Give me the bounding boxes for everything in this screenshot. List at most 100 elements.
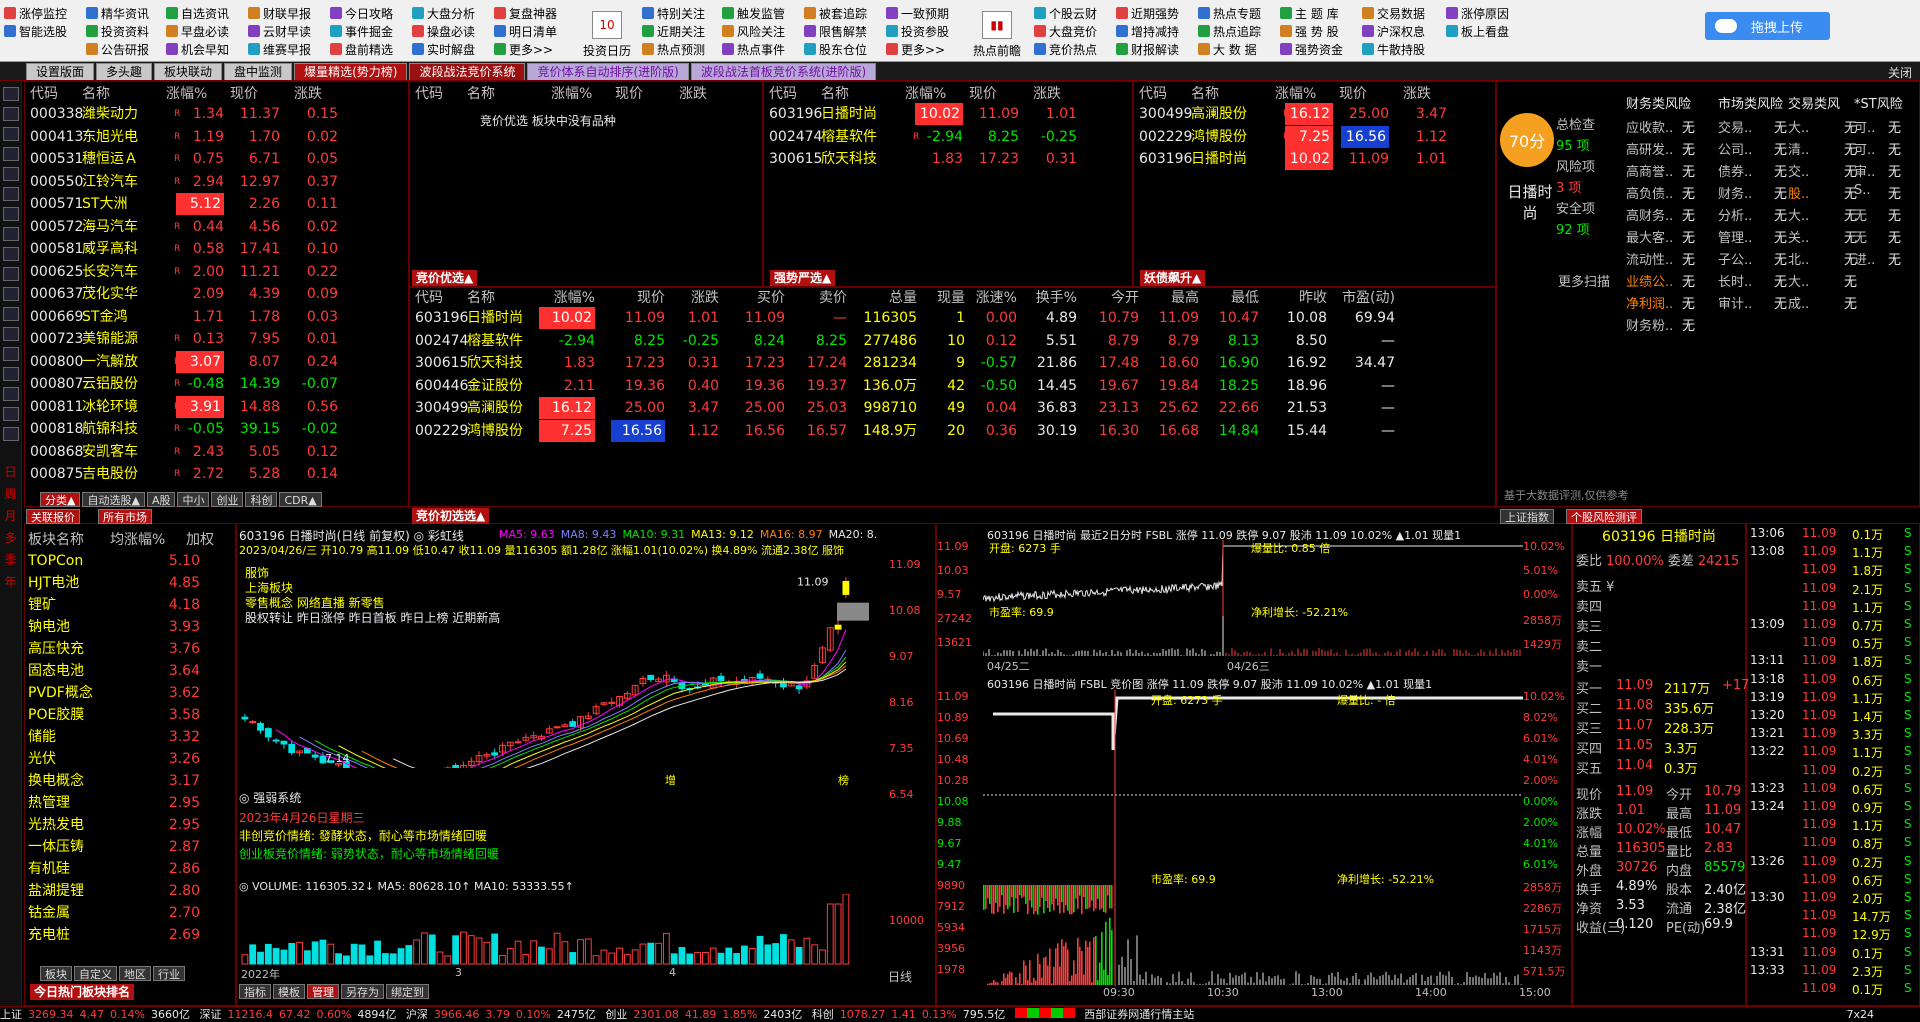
tab-sh-index[interactable]: 上证指数 bbox=[1500, 509, 1554, 524]
page-tab-1[interactable]: 多头趣 bbox=[96, 63, 152, 80]
column-header[interactable]: 现量 bbox=[931, 287, 965, 309]
risk-item[interactable]: 审.. bbox=[1854, 161, 1875, 180]
toolbar-button-col8-2[interactable]: 热点预测 bbox=[642, 40, 705, 58]
sector-row[interactable]: 光热发电2.95 bbox=[26, 814, 234, 836]
sector-row[interactable]: TOPCon5.10 bbox=[26, 550, 234, 572]
column-header-name[interactable]: 名称 bbox=[467, 83, 495, 105]
sector-row[interactable]: 一体压铸2.87 bbox=[26, 836, 234, 858]
sector-row[interactable]: 储能3.32 bbox=[26, 726, 234, 748]
table-row[interactable]: 000875吉电股份R2.725.280.14 bbox=[26, 463, 406, 485]
sector-row[interactable]: 热管理2.95 bbox=[26, 792, 234, 814]
column-header[interactable]: 换手% bbox=[1027, 287, 1077, 309]
side-tool-icon[interactable] bbox=[3, 287, 19, 301]
side-tool-icon[interactable] bbox=[3, 207, 19, 221]
column-header[interactable]: 最高 bbox=[1151, 287, 1199, 309]
column-header-name[interactable]: 名称 bbox=[821, 83, 849, 105]
risk-item[interactable]: 高负债.. bbox=[1626, 183, 1673, 202]
toolbar-button-col7-0[interactable]: 复盘神器 bbox=[494, 4, 557, 22]
close-button[interactable]: 关闭 bbox=[1888, 64, 1912, 81]
list-tab-5[interactable]: 科创 bbox=[245, 492, 277, 507]
column-header[interactable]: 总量 bbox=[855, 287, 917, 309]
side-tool-icon[interactable] bbox=[3, 147, 19, 161]
column-header[interactable]: 代码 bbox=[415, 287, 465, 309]
risk-item[interactable]: 高财务.. bbox=[1626, 205, 1673, 224]
column-header-price[interactable]: 现价 bbox=[1339, 83, 1367, 105]
table-row[interactable]: 000811冰轮环境R3.9114.880.56 bbox=[26, 396, 406, 418]
toolbar-button-col11-0[interactable]: 一致预期 bbox=[886, 4, 949, 22]
table-row[interactable]: 603196日播时尚10.0211.091.01 bbox=[1135, 148, 1494, 170]
kline-tab-0[interactable]: 指标 bbox=[239, 984, 271, 999]
toolbar-button-col2-2[interactable]: 公告研报 bbox=[86, 40, 149, 58]
toolbar-button-col3-1[interactable]: 早盘必读 bbox=[166, 22, 229, 40]
sector-row[interactable]: 高压快充3.76 bbox=[26, 638, 234, 660]
sector-row[interactable]: 充电桩2.69 bbox=[26, 924, 234, 946]
toolbar-button-col6-0[interactable]: 大盘分析 bbox=[412, 4, 475, 22]
kline-tab-3[interactable]: 另存为 bbox=[341, 984, 384, 999]
toolbar-button-col6-1[interactable]: 操盘必读 bbox=[412, 22, 475, 40]
table-row[interactable]: 000572海马汽车R0.444.560.02 bbox=[26, 216, 406, 238]
side-tool-icon[interactable] bbox=[3, 227, 19, 241]
column-header-chg[interactable]: 涨跌 bbox=[679, 83, 707, 105]
table-row[interactable]: 002474榕基软件R-2.948.25-0.25 bbox=[765, 126, 1131, 148]
risk-item[interactable]: 高商誉.. bbox=[1626, 161, 1673, 180]
toolbar-button-col2-0[interactable]: 精华资讯 bbox=[86, 4, 149, 22]
toolbar-button-col7-1[interactable]: 明日清单 bbox=[494, 22, 557, 40]
toolbar-button-col10-0[interactable]: 被套追踪 bbox=[804, 4, 867, 22]
toolbar-button-col7-2[interactable]: 更多>> bbox=[494, 40, 557, 58]
column-header-code[interactable]: 代码 bbox=[769, 83, 797, 105]
sector-row[interactable]: POE胶膜3.58 bbox=[26, 704, 234, 726]
side-tool-icon[interactable] bbox=[3, 367, 19, 381]
sector-tab-1[interactable]: 自定义 bbox=[74, 966, 117, 981]
toolbar-button-col17-1[interactable]: 板上看盘 bbox=[1446, 22, 1509, 40]
list-tab-2[interactable]: A股 bbox=[147, 492, 176, 507]
list-tab-1[interactable]: 自动选股▲ bbox=[82, 492, 144, 507]
status-news-7x24[interactable]: 7x24 bbox=[1846, 1007, 1874, 1022]
risk-item[interactable]: 财务粉.. bbox=[1626, 315, 1673, 334]
column-header-pct[interactable]: 涨幅% bbox=[905, 83, 946, 105]
column-header[interactable]: 涨幅% bbox=[539, 287, 595, 309]
sector-row[interactable]: 固态电池3.64 bbox=[26, 660, 234, 682]
risk-column-header[interactable]: *ST风险 bbox=[1854, 93, 1903, 112]
toolbar-button-col4-2[interactable]: 维赛早报 bbox=[248, 40, 311, 58]
risk-more-link[interactable]: 更多扫描 bbox=[1558, 271, 1610, 290]
side-tool-icon[interactable] bbox=[3, 247, 19, 261]
list-tab-4[interactable]: 创业 bbox=[211, 492, 243, 507]
toolbar-button-col16-1[interactable]: 沪深权息 bbox=[1362, 22, 1425, 40]
column-header-code[interactable]: 代码 bbox=[415, 83, 443, 105]
sector-row[interactable]: 钠电池3.93 bbox=[26, 616, 234, 638]
side-tool-icon[interactable] bbox=[3, 87, 19, 101]
side-tool-icon[interactable] bbox=[3, 107, 19, 121]
risk-item[interactable]: 成.. bbox=[1788, 293, 1809, 312]
table-row[interactable]: 000868安凯客车R2.435.050.12 bbox=[26, 441, 406, 463]
sector-row[interactable]: 锂矿4.18 bbox=[26, 594, 234, 616]
table-row[interactable]: 600446金证股份2.1119.360.4019.3619.37136.0万4… bbox=[411, 375, 1494, 397]
risk-item[interactable]: 大.. bbox=[1788, 117, 1809, 136]
period-shortcut-5[interactable]: 年 bbox=[0, 571, 21, 593]
toolbar-button-col9-2[interactable]: 热点事件 bbox=[722, 40, 785, 58]
column-header[interactable]: 市盈(动) bbox=[1341, 287, 1395, 309]
risk-item[interactable]: 最大客.. bbox=[1626, 227, 1673, 246]
risk-item[interactable]: 无 bbox=[1854, 227, 1867, 246]
toolbar-button-col3-2[interactable]: 机会早知 bbox=[166, 40, 229, 58]
column-header-pct[interactable]: 涨幅% bbox=[1275, 83, 1316, 105]
auction-panel-title[interactable]: 竞价优选▲ bbox=[412, 270, 477, 286]
period-shortcut-2[interactable]: 月 bbox=[0, 505, 21, 527]
toolbar-button-col15-2[interactable]: 强势资金 bbox=[1280, 40, 1343, 58]
sector-tab-2[interactable]: 地区 bbox=[119, 966, 151, 981]
risk-item[interactable]: 大.. bbox=[1788, 205, 1809, 224]
risk-item[interactable]: 管理.. bbox=[1718, 227, 1752, 246]
side-tool-icon[interactable] bbox=[3, 387, 19, 401]
table-row[interactable]: 000723美锦能源R0.137.950.01 bbox=[26, 328, 406, 350]
risk-item[interactable]: 可.. bbox=[1854, 117, 1875, 136]
list-tab-6[interactable]: CDR▲ bbox=[279, 492, 321, 507]
kline-tab-1[interactable]: 模板 bbox=[273, 984, 305, 999]
toolbar-button-col12-0[interactable]: 个股云财 bbox=[1034, 4, 1097, 22]
toolbar-button-col3-0[interactable]: 自选资讯 bbox=[166, 4, 229, 22]
column-header[interactable]: 昨收 bbox=[1277, 287, 1327, 309]
risk-item[interactable]: 高研发.. bbox=[1626, 139, 1673, 158]
toolbar-button-col2-1[interactable]: 投资资料 bbox=[86, 22, 149, 40]
list-tab-0[interactable]: 分类▲ bbox=[40, 492, 80, 507]
toolbar-button-col14-2[interactable]: 大 数 据 bbox=[1198, 40, 1261, 58]
column-header-pct[interactable]: 涨幅% bbox=[551, 83, 592, 105]
risk-item[interactable]: 进.. bbox=[1854, 249, 1875, 268]
